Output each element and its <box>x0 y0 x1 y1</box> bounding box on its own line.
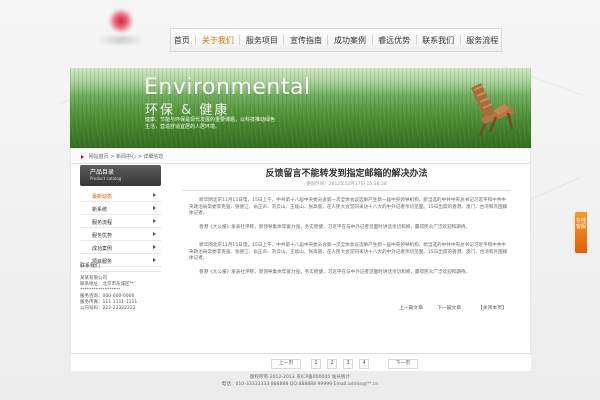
previous-article-link[interactable]: 上一篇文章 <box>399 304 423 311</box>
article-paragraph: 香港《大公报》发表社评称，新领导集体年富力强，务实稳健，习近平在与中外记者见面时… <box>199 225 471 230</box>
contact-title: 联系我们 <box>80 262 161 272</box>
nav-separator <box>415 35 417 45</box>
breadcrumb-home[interactable]: 网站首页 <box>89 154 109 160</box>
sidebar-item-new-system[interactable]: 新系统 <box>80 202 161 215</box>
site-footer: 版权所有 2012-2013 京ICP备000000 站长统计 电话：010-3… <box>0 374 600 388</box>
breadcrumb-section[interactable]: 新闻中心 <box>116 154 136 160</box>
banner-copy: 健康、节能与环保是现代发展的重要课题，以科技推动绿色生活，营造舒适宜居的人居环境… <box>145 117 276 130</box>
banner-subtitle: 环保 & 健康 <box>145 103 230 118</box>
page-button-2[interactable]: 2 <box>327 359 337 369</box>
close-page-link[interactable]: 【关闭本页】 <box>478 304 507 311</box>
nav-separator <box>327 35 329 45</box>
sidebar-item-latest-news[interactable]: 最新动态 <box>80 189 161 202</box>
sidebar-item-success-cases[interactable]: 成功案例 <box>80 241 161 254</box>
nav-home[interactable]: 首页 <box>174 35 190 46</box>
banner-title: Environmental <box>144 75 311 100</box>
nav-separator <box>239 35 241 45</box>
article-title: 反馈留言不能转发到指定邮箱的解决办法 <box>265 169 428 179</box>
nav-contact[interactable]: 联系我们 <box>422 35 454 46</box>
sidebar-item-service-process[interactable]: 服务流程 <box>80 215 161 228</box>
nav-services[interactable]: 服务项目 <box>246 35 278 46</box>
article-paragraph: 香港《大公报》发表社评称，新领导集体年富力强，务实稳健，习近平在与中外记者见面时… <box>199 270 471 275</box>
footer-copyright: 版权所有 2012-2013 京ICP备000000 站长统计 <box>249 375 351 380</box>
nav-separator <box>283 35 285 45</box>
article-divider <box>182 190 511 191</box>
logo-text <box>96 36 146 44</box>
breadcrumb-bar: 网站首页 > 新闻中心 > 详细信息 <box>71 149 530 164</box>
nav-separator <box>371 35 373 45</box>
next-page-button[interactable]: 下一页 <box>388 359 418 369</box>
nav-separator <box>195 35 197 45</box>
nav-separator <box>459 35 461 45</box>
contact-box: 联系我们 某某有限公司 联系地址：北京市东城区** **************… <box>80 262 161 317</box>
sidebar-item-service-advantages[interactable]: 服务优势 <box>80 228 161 241</box>
page-button-3[interactable]: 3 <box>343 359 353 369</box>
footer-contact: 电话：010-33333333 888888 QQ:888888 99999 E… <box>221 382 379 387</box>
nav-advantages[interactable]: 睿远优势 <box>378 35 410 46</box>
article-paragraph: 新华网北京11月15日电，15日上午，中共第十八届中央委员会第一次全体会议选举产… <box>189 243 508 261</box>
breadcrumb-arrow-icon <box>81 154 84 159</box>
nav-cases[interactable]: 成功案例 <box>334 35 366 46</box>
hero-banner: Environmental 环保 & 健康 健康、节能与环保是现代发展的重要课题… <box>70 68 531 148</box>
site-logo <box>96 8 146 46</box>
page-button-4[interactable]: 4 <box>359 359 369 369</box>
previous-page-button[interactable]: 上一页 <box>271 359 301 369</box>
article-meta: 更新时间：2012年12月17日 15:38:38 <box>306 182 387 187</box>
sidebar-title: 产品目录 <box>90 169 115 176</box>
sidebar-header: 产品目录 Product catalog <box>80 165 161 186</box>
sidebar-subtitle: Product catalog <box>90 176 122 181</box>
page-button-1[interactable]: 1 <box>311 359 321 369</box>
deck-chair-icon <box>471 83 515 137</box>
online-service-label: 在线客服 <box>575 218 586 230</box>
next-article-link[interactable]: 下一篇文章 <box>437 304 461 311</box>
main-navigation: 首页 关于我们 服务项目 宣传指南 成功案例 睿远优势 联系我们 服务流程 <box>170 28 502 52</box>
nav-guide[interactable]: 宣传指南 <box>290 35 322 46</box>
online-service-tab[interactable]: 在线客服 <box>575 212 587 253</box>
nav-about[interactable]: 关于我们 <box>202 35 234 46</box>
breadcrumb-current: 详细信息 <box>143 154 164 160</box>
nav-process[interactable]: 服务流程 <box>466 35 498 46</box>
contact-mobile: 公司号码：222-22222222 <box>80 306 136 311</box>
article-content: 反馈留言不能转发到指定邮箱的解决办法 更新时间：2012年12月17日 15:3… <box>172 166 521 318</box>
pagination: 上一页 1 2 3 4 下一页 <box>71 353 531 371</box>
article-paragraph: 新华网北京11月15日电，15日上午，中共第十八届中央委员会第一次全体会议选举产… <box>189 198 508 216</box>
logo-mark <box>108 8 134 34</box>
breadcrumb: 网站首页 > 新闻中心 > 详细信息 <box>81 153 163 160</box>
sidebar-list: 最新动态 新系统 服务流程 服务优势 成功案例 项目服务 <box>80 189 161 267</box>
